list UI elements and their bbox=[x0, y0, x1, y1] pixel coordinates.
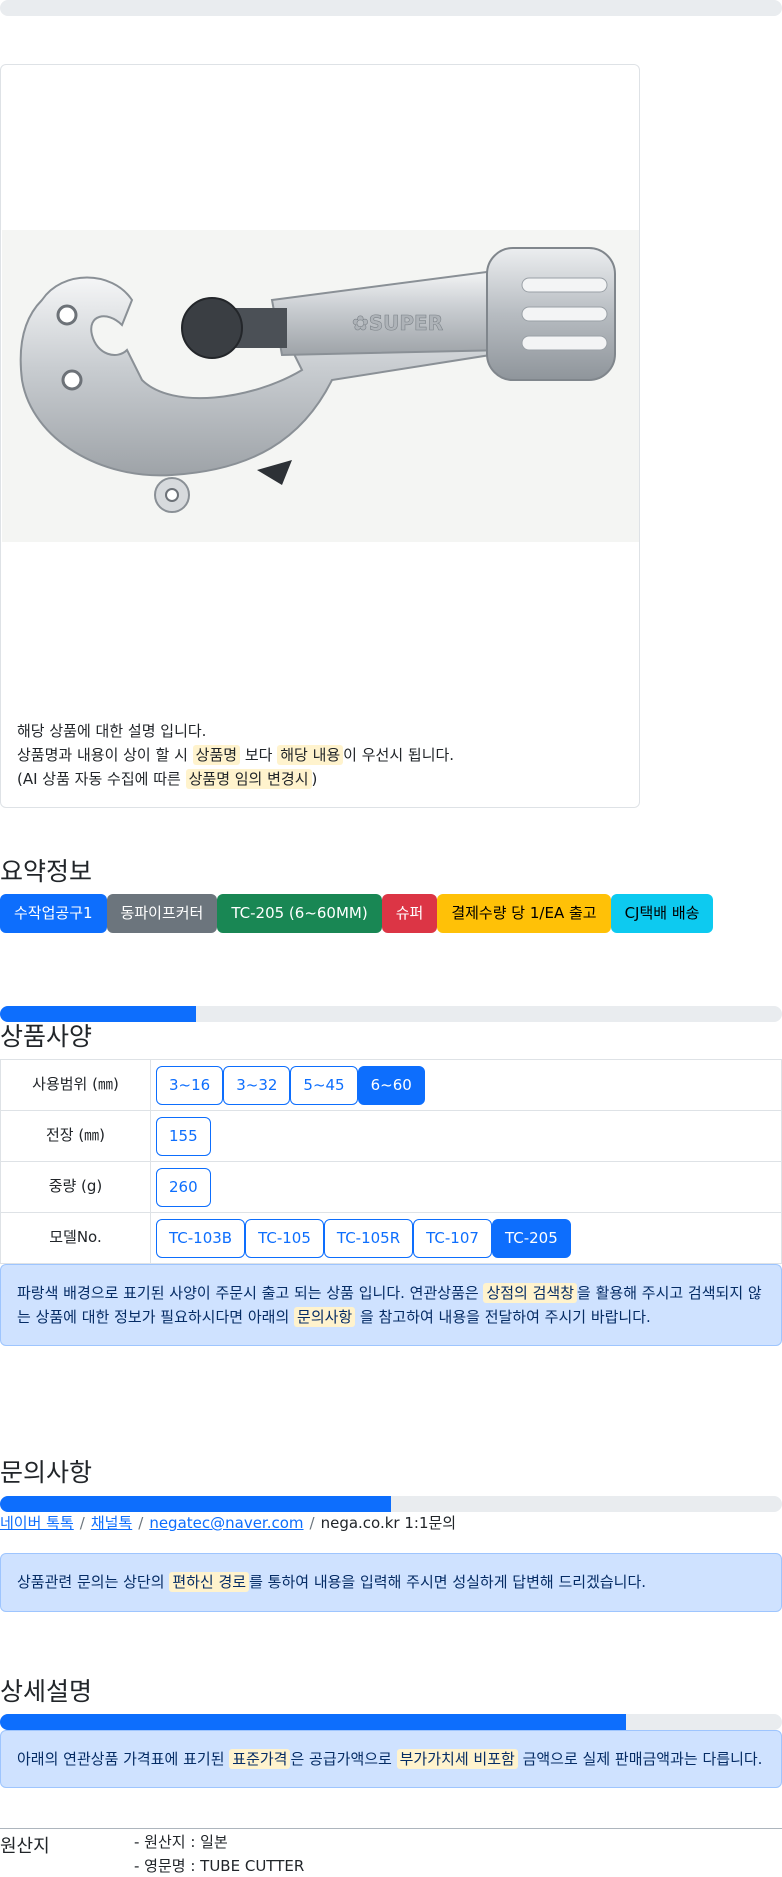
notice-text: 을 참고하여 내용을 전달하여 주시기 바랍니다. bbox=[355, 1308, 651, 1326]
desc-text: ) bbox=[311, 770, 318, 788]
spec-row-weight: 중량 (g) 260 bbox=[0, 1161, 782, 1213]
product-description: 해당 상품에 대한 설명 입니다. 상품명과 내용이 상이 할 시 상품명 보다… bbox=[17, 719, 627, 791]
spec-label-range: 사용범위 (㎜) bbox=[0, 1059, 151, 1111]
badge-category: 수작업공구1 bbox=[0, 894, 107, 933]
spec-options-model: TC-103B TC-105 TC-105R TC-107 TC-205 bbox=[150, 1212, 782, 1264]
desc-line-3: (AI 상품 자동 수집에 따른 상품명 임의 변경시) bbox=[17, 767, 627, 791]
spec-row-length: 전장 (㎜) 155 bbox=[0, 1110, 782, 1162]
notice-text: 상품관련 문의는 상단의 bbox=[17, 1573, 170, 1591]
badge-product-type: 동파이프커터 bbox=[106, 894, 218, 933]
desc-text: 이 우선시 됩니다. bbox=[343, 746, 455, 764]
summary-badges: 수작업공구1 동파이프커터 TC-205 (6~60MM) 슈퍼 결제수량 당 … bbox=[0, 894, 714, 933]
option-model-tc-103b[interactable]: TC-103B bbox=[156, 1218, 246, 1258]
option-range-3-32[interactable]: 3~32 bbox=[223, 1065, 291, 1105]
option-model-tc-105r[interactable]: TC-105R bbox=[323, 1218, 414, 1258]
spec-options-weight: 260 bbox=[150, 1161, 782, 1213]
top-progress-bar bbox=[0, 0, 782, 16]
inquiry-progress-fill bbox=[0, 1496, 391, 1512]
link-naver-talktalk[interactable]: 네이버 톡톡 bbox=[0, 1514, 74, 1532]
detail-notice: 아래의 연관상품 가격표에 표기된 표준가격 은 공급가액으로 부가가치세 비포함… bbox=[0, 1730, 782, 1788]
product-image: ✿SUPER bbox=[2, 230, 639, 542]
spec-notice: 파랑색 배경으로 표기된 사양이 주문시 출고 되는 상품 입니다. 연관상품은… bbox=[0, 1264, 782, 1346]
option-range-5-45[interactable]: 5~45 bbox=[290, 1065, 358, 1105]
desc-line-2: 상품명과 내용이 상이 할 시 상품명 보다 해당 내용 이 우선시 됩니다. bbox=[17, 743, 627, 767]
origin-country: - 원산지 : 일본 bbox=[134, 1833, 228, 1851]
origin-divider bbox=[0, 1828, 782, 1829]
origin-label: 원산지 bbox=[0, 1836, 50, 1857]
product-card: ✿SUPER 해당 상품에 대한 설명 입니다. 상품명과 내용이 상이 할 시… bbox=[0, 64, 640, 808]
detail-title: 상세설명 bbox=[0, 1677, 93, 1706]
highlight-standard-price: 표준가격 bbox=[229, 1749, 291, 1769]
link-separator: / bbox=[309, 1514, 315, 1532]
detail-progress-bar bbox=[0, 1714, 782, 1730]
option-model-tc-107[interactable]: TC-107 bbox=[413, 1218, 492, 1258]
notice-text: 금액으로 실제 판매금액과는 다릅니다. bbox=[517, 1750, 763, 1768]
highlight-search-box: 상점의 검색창 bbox=[483, 1283, 578, 1303]
desc-text: 상품명과 내용이 상이 할 시 bbox=[17, 746, 193, 764]
summary-title: 요약정보 bbox=[0, 857, 93, 886]
link-email[interactable]: negatec@naver.com bbox=[149, 1514, 303, 1532]
option-range-3-16[interactable]: 3~16 bbox=[156, 1065, 224, 1105]
spec-progress-bar bbox=[0, 1006, 782, 1022]
inquiry-title: 문의사항 bbox=[0, 1458, 93, 1487]
option-range-6-60[interactable]: 6~60 bbox=[357, 1065, 425, 1105]
spec-row-model: 모델No. TC-103B TC-105 TC-105R TC-107 TC-2… bbox=[0, 1212, 782, 1264]
badge-brand: 슈퍼 bbox=[381, 894, 438, 933]
badge-model: TC-205 (6~60MM) bbox=[217, 894, 382, 933]
badge-quantity: 결제수량 당 1/EA 출고 bbox=[437, 894, 611, 933]
origin-english-name: - 영문명 : TUBE CUTTER bbox=[134, 1857, 305, 1875]
desc-line-1: 해당 상품에 대한 설명 입니다. bbox=[17, 722, 207, 740]
desc-text: 보다 bbox=[240, 746, 278, 764]
link-separator: / bbox=[138, 1514, 144, 1532]
tube-cutter-illustration: ✿SUPER bbox=[19, 247, 616, 513]
link-channel-talk[interactable]: 채널톡 bbox=[91, 1514, 132, 1532]
spec-label-length: 전장 (㎜) bbox=[0, 1110, 151, 1162]
notice-text: 아래의 연관상품 가격표에 표기된 bbox=[17, 1750, 230, 1768]
option-weight-260[interactable]: 260 bbox=[156, 1167, 211, 1207]
inquiry-links: 네이버 톡톡 / 채널톡 / negatec@naver.com / nega.co.kr … bbox=[0, 1512, 456, 1533]
badge-shipping: CJ택배 배송 bbox=[610, 894, 714, 933]
desc-text: (AI 상품 자동 수집에 따른 bbox=[17, 770, 186, 788]
highlight-route: 편하신 경로 bbox=[169, 1572, 250, 1592]
option-length-155[interactable]: 155 bbox=[156, 1116, 211, 1156]
spec-table: 사용범위 (㎜) 3~16 3~32 5~45 6~60 전장 (㎜) 155 … bbox=[0, 1059, 782, 1264]
inquiry-notice: 상품관련 문의는 상단의 편하신 경로 를 통하여 내용을 입력해 주시면 성실하… bbox=[0, 1553, 782, 1612]
super-logo: ✿SUPER bbox=[352, 311, 443, 335]
highlight-product-name: 상품명 bbox=[192, 745, 241, 765]
option-model-tc-205[interactable]: TC-205 bbox=[491, 1218, 571, 1258]
highlight-inquiry: 문의사항 bbox=[294, 1307, 356, 1327]
option-model-tc-105[interactable]: TC-105 bbox=[245, 1218, 324, 1258]
spec-row-range: 사용범위 (㎜) 3~16 3~32 5~45 6~60 bbox=[0, 1059, 782, 1111]
spec-options-length: 155 bbox=[150, 1110, 782, 1162]
highlight-content: 해당 내용 bbox=[277, 745, 344, 765]
origin-list: - 원산지 : 일본 - 영문명 : TUBE CUTTER bbox=[134, 1830, 304, 1877]
inquiry-progress-bar bbox=[0, 1496, 782, 1512]
spec-options-range: 3~16 3~32 5~45 6~60 bbox=[150, 1059, 782, 1111]
spec-title: 상품사양 bbox=[0, 1022, 93, 1051]
link-separator: / bbox=[79, 1514, 85, 1532]
notice-text: 은 공급가액으로 bbox=[290, 1750, 397, 1768]
spec-label-weight: 중량 (g) bbox=[0, 1161, 151, 1213]
highlight-name-change: 상품명 임의 변경시 bbox=[185, 769, 312, 789]
notice-text: 파랑색 배경으로 표기된 사양이 주문시 출고 되는 상품 입니다. 연관상품은 bbox=[17, 1284, 484, 1302]
text-site-inquiry: nega.co.kr 1:1문의 bbox=[320, 1514, 457, 1532]
detail-progress-fill bbox=[0, 1714, 626, 1730]
highlight-vat-excluded: 부가가치세 비포함 bbox=[396, 1749, 518, 1769]
spec-label-model: 모델No. bbox=[0, 1212, 151, 1264]
notice-text: 를 통하여 내용을 입력해 주시면 성실하게 답변해 드리겠습니다. bbox=[249, 1573, 647, 1591]
